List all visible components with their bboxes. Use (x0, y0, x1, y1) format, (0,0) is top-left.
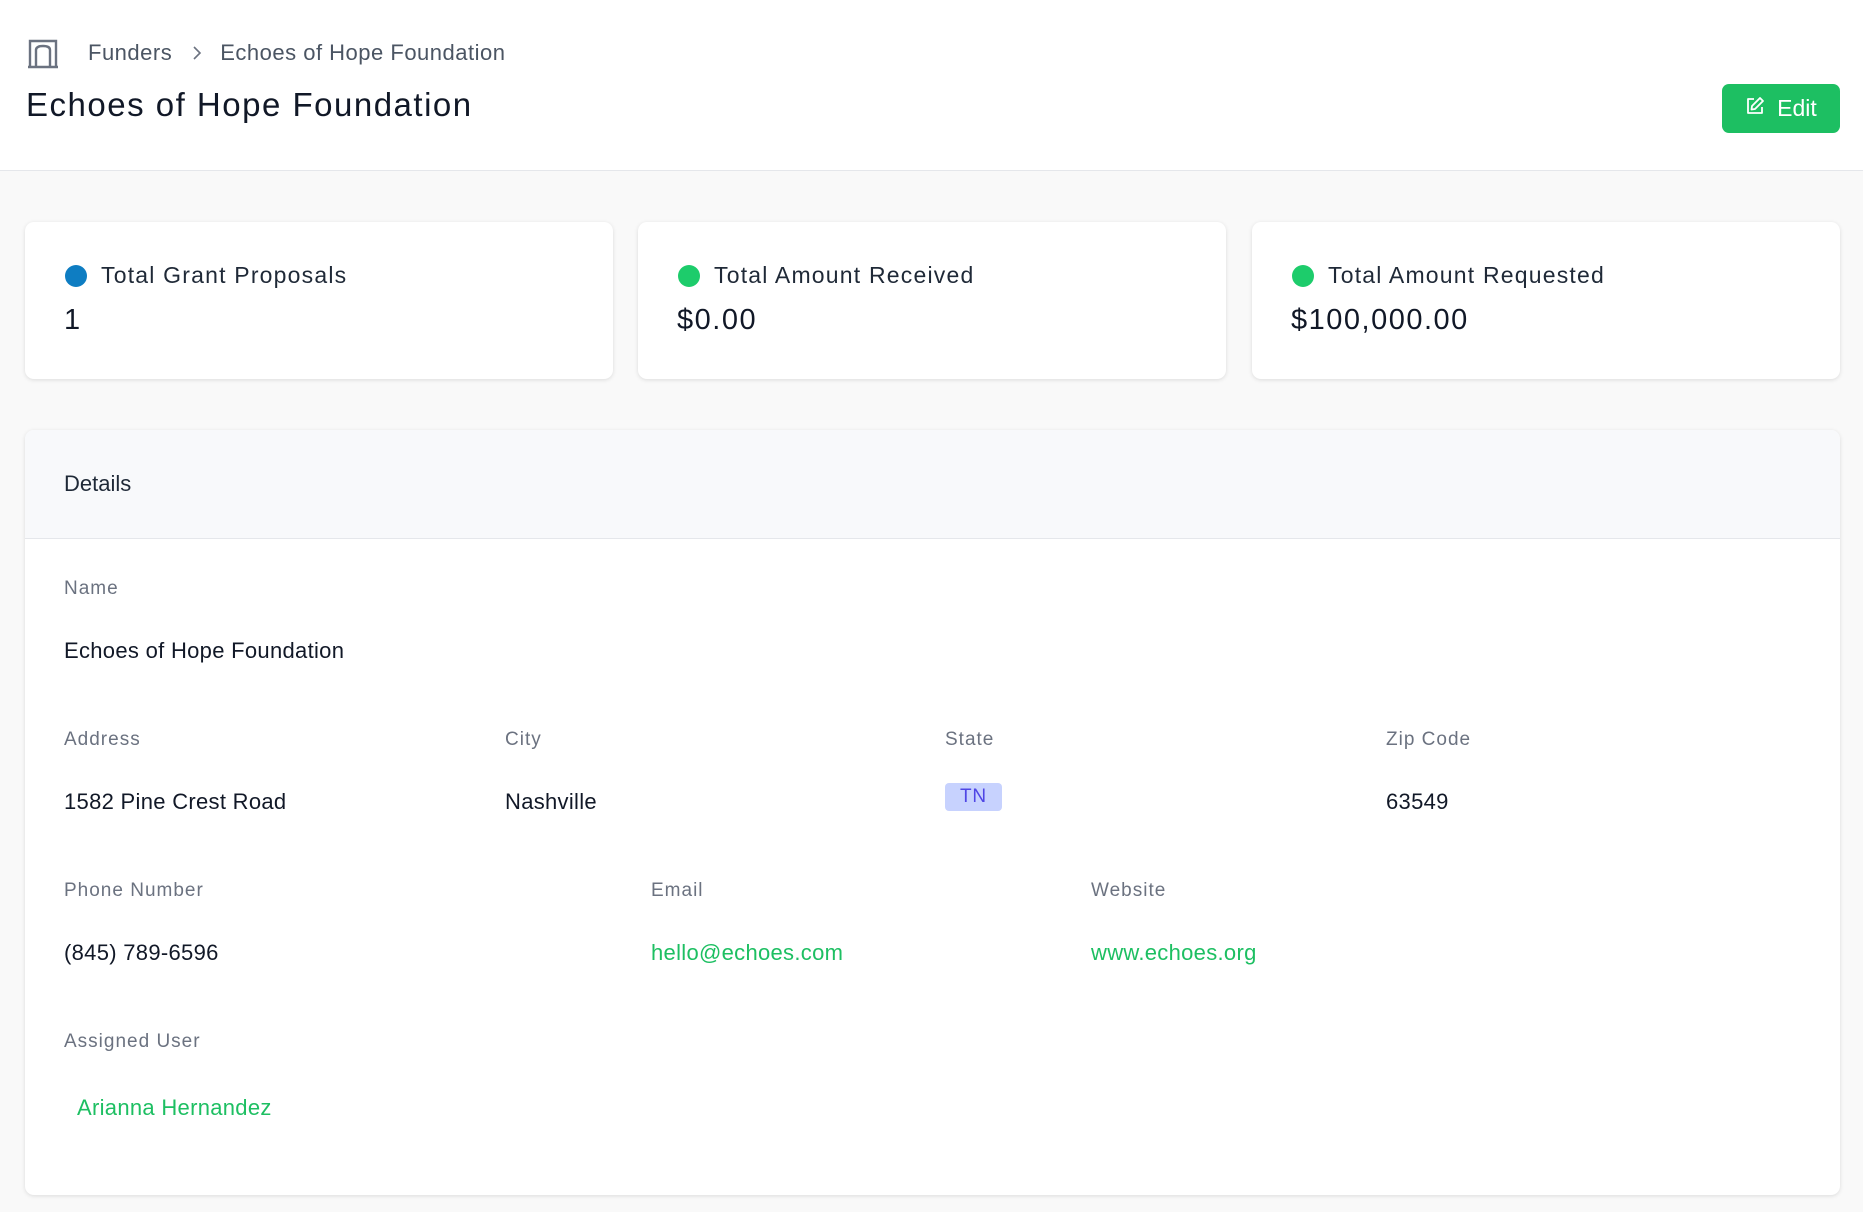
edit-button-label: Edit (1777, 95, 1817, 121)
stat-label: Total Amount Received (714, 262, 975, 288)
field-label: Address (64, 729, 141, 750)
status-dot (678, 264, 700, 287)
stat-card-amount-received: Total Amount Received $0.00 (638, 222, 1226, 379)
address-value: 1582 Pine Crest Road (64, 789, 287, 814)
address-field: Address 1582 Pine Crest Road (64, 729, 286, 815)
assigned-user-link[interactable]: Arianna Hernandez (77, 1095, 272, 1121)
stat-value: 1 (64, 304, 82, 336)
city-value: Nashville (505, 789, 597, 814)
state-badge: TN (945, 783, 1002, 811)
stats-row: Total Grant Proposals 1 Total Amount Rec… (25, 222, 1840, 379)
field-label: Assigned User (64, 1031, 201, 1052)
zip-value: 63549 (1386, 789, 1449, 814)
edit-icon (1745, 95, 1765, 122)
page-header: Funders Echoes of Hope Foundation Echoes… (0, 0, 1863, 171)
field-label: Name (64, 578, 119, 599)
field-label: Website (1091, 880, 1167, 901)
breadcrumb-funders-link[interactable]: Funders (88, 40, 172, 66)
details-heading: Details (25, 430, 1840, 539)
phone-field: Phone Number (845) 789-6596 (64, 880, 219, 966)
field-label: Email (651, 880, 704, 901)
name-value: Echoes of Hope Foundation (64, 638, 345, 663)
status-dot (65, 264, 87, 287)
edit-button[interactable]: Edit (1722, 84, 1840, 133)
phone-value: (845) 789-6596 (64, 940, 219, 965)
field-label: Zip Code (1386, 729, 1472, 750)
website-link[interactable]: www.echoes.org (1091, 940, 1257, 966)
stat-card-grant-proposals: Total Grant Proposals 1 (25, 222, 613, 379)
email-link[interactable]: hello@echoes.com (651, 940, 843, 966)
field-label: State (945, 729, 995, 750)
stat-label: Total Grant Proposals (101, 262, 348, 288)
breadcrumb-current: Echoes of Hope Foundation (220, 40, 506, 65)
website-field: Website www.echoes.org (1091, 880, 1257, 966)
page-title: Echoes of Hope Foundation (26, 86, 473, 123)
stat-value: $0.00 (677, 304, 758, 336)
stat-value: $100,000.00 (1291, 304, 1469, 336)
field-label: City (505, 729, 542, 750)
assigned-user-field: Assigned User Arianna Hernandez (64, 1031, 272, 1121)
city-field: City Nashville (505, 729, 597, 815)
name-field: Name Echoes of Hope Foundation (64, 578, 344, 664)
stat-label: Total Amount Requested (1328, 262, 1606, 288)
state-field: State TN (945, 729, 1002, 811)
status-dot (1292, 264, 1314, 287)
field-label: Phone Number (64, 880, 204, 901)
breadcrumb: Funders Echoes of Hope Foundation (26, 36, 505, 70)
building-icon[interactable] (26, 36, 60, 70)
stat-card-amount-requested: Total Amount Requested $100,000.00 (1252, 222, 1840, 379)
email-field: Email hello@echoes.com (651, 880, 843, 966)
details-panel: Details Name Echoes of Hope Foundation A… (25, 430, 1840, 1195)
chevron-right-icon (192, 46, 202, 60)
zip-field: Zip Code 63549 (1386, 729, 1471, 815)
